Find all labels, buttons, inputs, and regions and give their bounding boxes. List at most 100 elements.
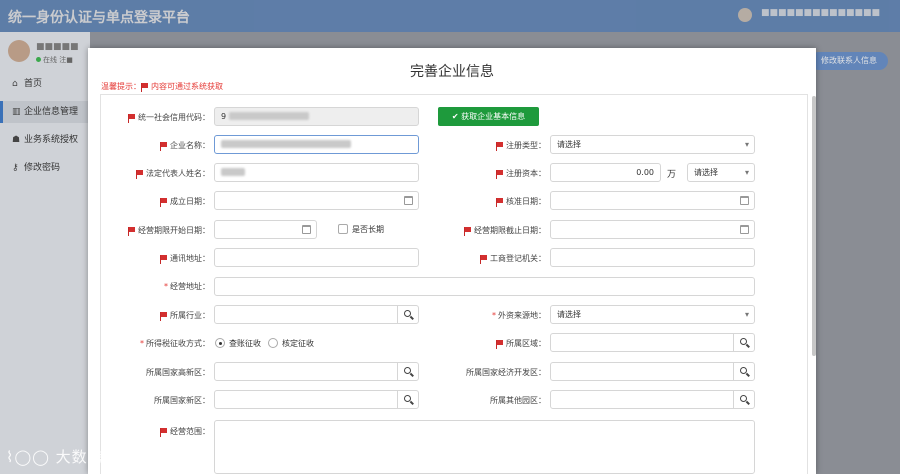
foreign-src-label: * 外资来源地：	[428, 310, 546, 321]
flag-icon	[160, 255, 168, 264]
modal-title: 完善企业信息	[410, 64, 494, 80]
econ-zone-field[interactable]	[550, 362, 734, 381]
watermark-logo-icon: ⌇◯◯	[6, 448, 56, 466]
other-park-search-button[interactable]	[733, 390, 755, 409]
label-text: 所得税征收方式：	[146, 339, 210, 348]
credit-code-field[interactable]: 9	[214, 107, 419, 126]
est-date-field[interactable]	[214, 191, 419, 210]
flag-icon	[128, 114, 136, 123]
op-end-field[interactable]	[550, 220, 755, 239]
flag-icon	[480, 255, 488, 264]
reg-authority-field[interactable]	[550, 248, 755, 267]
status-label: 在线	[43, 56, 57, 64]
long-term-checkbox[interactable]	[338, 224, 348, 234]
region-search-button[interactable]	[733, 333, 755, 352]
reg-type-label: 注册类型：	[428, 140, 546, 151]
reg-type-select[interactable]: 请选择	[550, 135, 755, 154]
bank-icon: ▥	[12, 107, 21, 117]
op-start-label: 经营期限开始日期：	[108, 225, 210, 236]
flag-icon	[464, 227, 472, 236]
button-label: 获取企业基本信息	[461, 112, 526, 121]
scope-label: 经营范围：	[108, 426, 210, 437]
redacted-value	[228, 112, 309, 120]
redacted-value	[221, 168, 245, 176]
hint-prefix: 温馨提示：	[101, 82, 141, 91]
sidebar-item-home[interactable]: ⌂ 首页	[0, 73, 90, 95]
app-title: 统一身份认证与单点登录平台	[8, 10, 190, 26]
industry-search-button[interactable]	[397, 305, 419, 324]
foreign-src-select[interactable]: 请选择	[550, 305, 755, 324]
label-text: 所属区域：	[506, 339, 546, 348]
reg-capital-label: 注册资本：	[428, 168, 546, 179]
calendar-icon[interactable]	[740, 225, 749, 234]
search-icon	[404, 367, 411, 374]
op-addr-label: * 经营地址：	[108, 281, 210, 292]
other-park-field[interactable]	[550, 390, 734, 409]
label-text: 经营期限截止日期：	[474, 226, 546, 235]
approve-date-field[interactable]	[550, 191, 755, 210]
op-start-field[interactable]	[214, 220, 317, 239]
edit-contact-button[interactable]: 修改联系人信息	[810, 52, 888, 70]
hint-text: 温馨提示： 内容可通过系统获取	[101, 81, 223, 92]
calendar-icon[interactable]	[404, 196, 413, 205]
contact-addr-label: 通讯地址：	[108, 253, 210, 264]
approve-date-label: 核准日期：	[428, 196, 546, 207]
est-date-label: 成立日期：	[108, 196, 210, 207]
search-icon	[740, 367, 747, 374]
flag-icon	[160, 198, 168, 207]
new-zone-search-button[interactable]	[397, 390, 419, 409]
reg-capital-field[interactable]: 0.00	[550, 163, 661, 182]
hamburger-icon[interactable]: ≡	[176, 6, 189, 24]
label-text: 成立日期：	[170, 197, 210, 206]
user-avatar[interactable]	[738, 8, 752, 22]
scope-textarea[interactable]	[214, 420, 755, 474]
hightech-zone-field[interactable]	[214, 362, 398, 381]
contact-addr-field[interactable]	[214, 248, 419, 267]
currency-select[interactable]: 请选择	[687, 163, 755, 182]
sidebar-item-label: 修改密码	[24, 163, 61, 173]
hightech-zone-search-button[interactable]	[397, 362, 419, 381]
fetch-company-info-button[interactable]: ✔ 获取企业基本信息	[438, 107, 539, 126]
flag-icon	[160, 312, 168, 321]
credit-code-label: 统一社会信用代码：	[108, 112, 210, 123]
redacted-value	[221, 140, 351, 148]
status-label-2: 注■	[59, 56, 73, 64]
region-field[interactable]	[550, 333, 734, 352]
tax-assessed-radio[interactable]	[268, 338, 278, 348]
sidebar-item-password[interactable]: ⚷ 修改密码	[0, 157, 90, 179]
calendar-icon[interactable]	[302, 225, 311, 234]
sidebar-item-company-info[interactable]: ▥ 企业信息管理	[0, 101, 90, 123]
flag-icon	[160, 142, 168, 151]
tax-audit-label: 查账征收	[229, 339, 261, 348]
flag-icon	[141, 83, 149, 92]
required-mark: *	[140, 339, 144, 348]
select-value: 请选择	[694, 168, 718, 177]
modal-scrollbar[interactable]	[812, 96, 816, 356]
econ-zone-search-button[interactable]	[733, 362, 755, 381]
user-name[interactable]: ■■■■■■■■■■■■■■	[761, 8, 880, 18]
label-text: 企业名称：	[170, 141, 210, 150]
sidebar-item-label: 首页	[24, 79, 43, 89]
op-addr-field[interactable]	[214, 277, 755, 296]
sidebar-user-name: ■■■■■	[36, 42, 79, 52]
watermark: ⌇◯◯ 大数跨境	[6, 446, 120, 467]
legal-rep-field[interactable]	[214, 163, 419, 182]
tax-method-label: * 所得税征收方式：	[108, 338, 210, 349]
sidebar-item-authorization[interactable]: ☗ 业务系统授权	[0, 129, 90, 151]
hint-message: 内容可通过系统获取	[151, 82, 223, 91]
home-icon: ⌂	[12, 79, 18, 89]
label-text: 注册类型：	[506, 141, 546, 150]
calendar-icon[interactable]	[740, 196, 749, 205]
flag-icon	[496, 170, 504, 179]
label-text: 统一社会信用代码：	[138, 113, 210, 122]
industry-field[interactable]	[214, 305, 398, 324]
company-name-field[interactable]	[214, 135, 419, 154]
new-zone-label: 所属国家新区：	[154, 396, 210, 405]
sidebar-item-label: 业务系统授权	[24, 135, 79, 145]
label-text: 通讯地址：	[170, 254, 210, 263]
tax-audit-radio[interactable]	[215, 338, 225, 348]
legal-rep-label: 法定代表人姓名：	[108, 168, 210, 179]
flag-icon	[160, 428, 168, 437]
flag-icon	[496, 142, 504, 151]
new-zone-field[interactable]	[214, 390, 398, 409]
